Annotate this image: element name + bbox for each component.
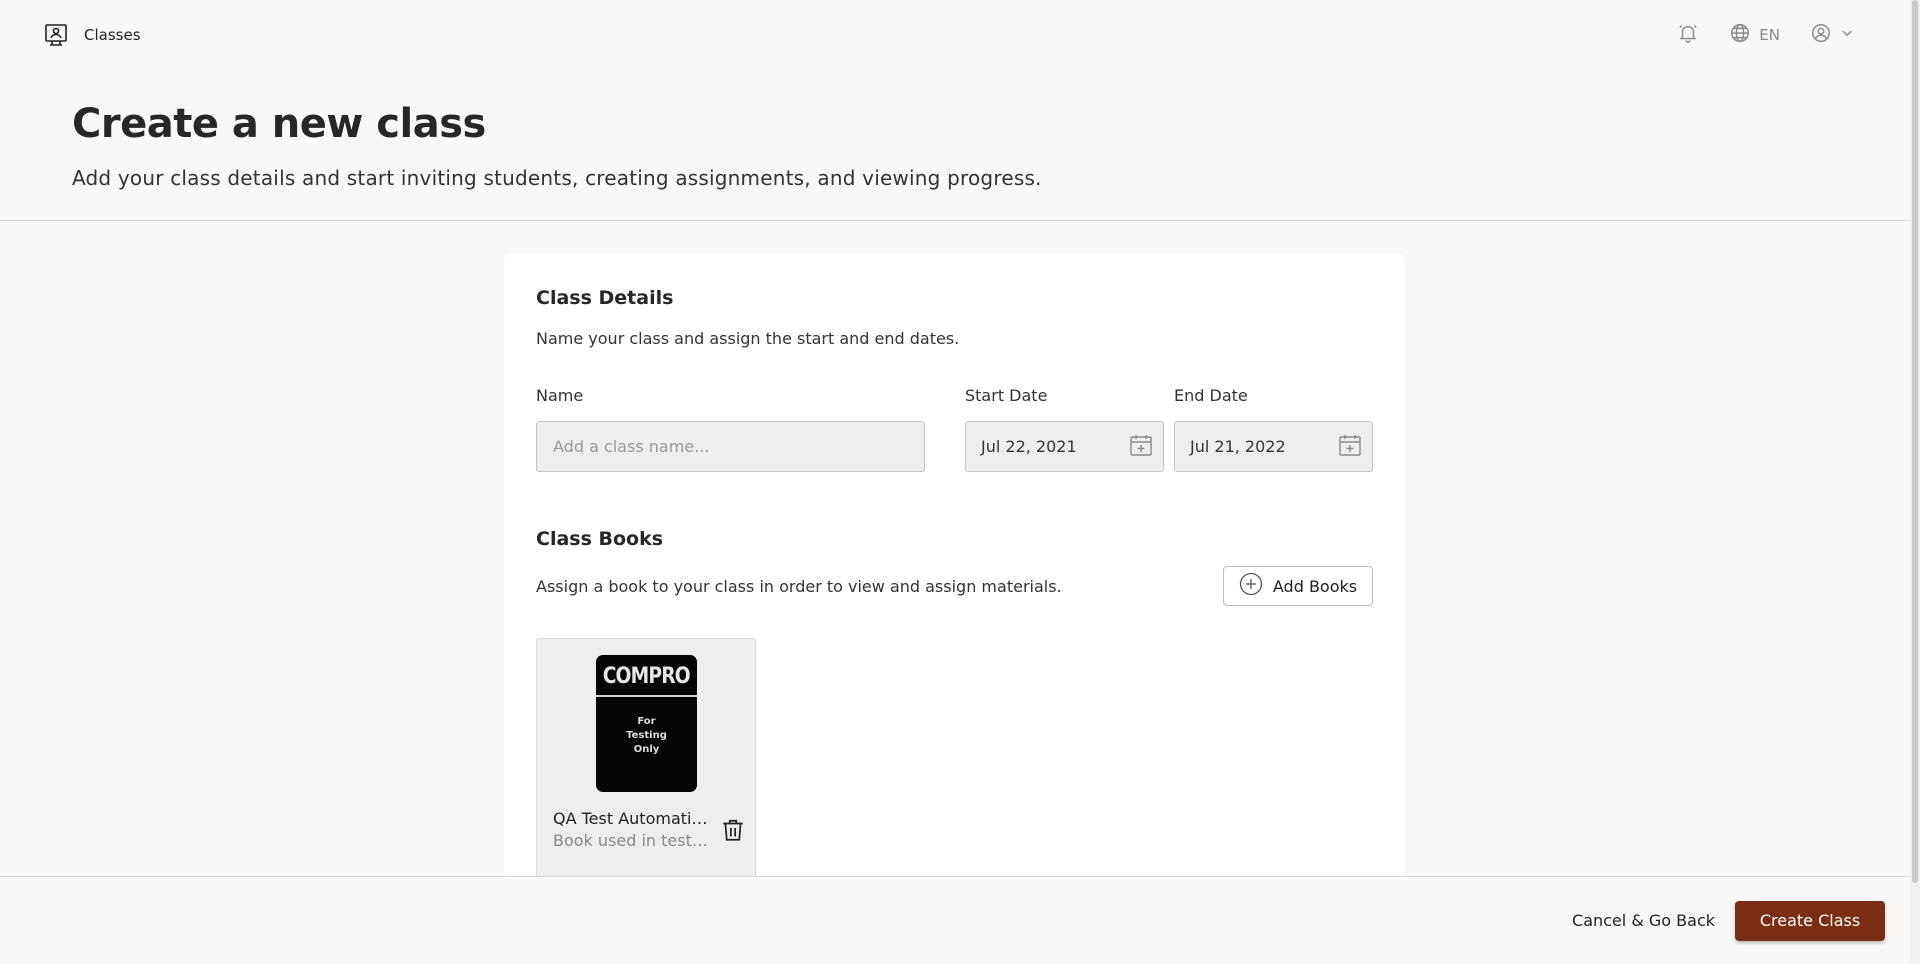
- end-date-label: End Date: [1174, 386, 1248, 405]
- page-title: Create a new class: [72, 101, 486, 147]
- chevron-down-icon: [1840, 26, 1854, 44]
- page-header: Create a new class Add your class detail…: [0, 70, 1910, 221]
- book-subtitle: Book used in testing: [553, 831, 708, 850]
- class-books-title: Class Books: [536, 528, 664, 550]
- start-date-field: Start Date Jul 22, 2021: [965, 386, 1164, 472]
- classroom-icon: [44, 23, 68, 47]
- start-date-picker[interactable]: Jul 22, 2021: [965, 421, 1164, 472]
- language-selector[interactable]: EN: [1729, 22, 1780, 48]
- name-label: Name: [536, 386, 584, 405]
- scrollbar[interactable]: [1910, 0, 1920, 964]
- end-date-field: End Date Jul 21, 2022: [1174, 386, 1373, 472]
- cancel-go-back-button[interactable]: Cancel & Go Back: [1572, 911, 1715, 930]
- user-menu[interactable]: [1810, 22, 1854, 48]
- trash-icon[interactable]: [720, 817, 746, 843]
- create-class-card: Class Details Name your class and assign…: [504, 253, 1405, 877]
- top-bar: Classes EN: [0, 0, 1910, 70]
- calendar-icon: [1338, 433, 1362, 461]
- add-books-button[interactable]: Add Books: [1223, 566, 1373, 606]
- add-books-label: Add Books: [1272, 576, 1358, 596]
- book-title: QA Test Automation: [553, 809, 708, 828]
- brand-label: Classes: [84, 26, 141, 44]
- name-field: Name: [536, 386, 925, 472]
- book-cover: COMPRO For Testing Only: [596, 655, 697, 792]
- book-card[interactable]: COMPRO For Testing Only QA Test Automati…: [536, 638, 756, 877]
- language-label: EN: [1759, 26, 1780, 44]
- start-date-label: Start Date: [965, 386, 1048, 405]
- book-cover-brand: COMPRO: [602, 664, 691, 689]
- scrollbar-thumb[interactable]: [1912, 0, 1918, 883]
- class-name-input[interactable]: [536, 421, 925, 472]
- calendar-icon: [1129, 433, 1153, 461]
- brand[interactable]: Classes: [44, 23, 141, 47]
- plus-circle-icon: [1239, 572, 1263, 600]
- footer-bar: Cancel & Go Back Create Class: [0, 876, 1910, 964]
- globe-icon: [1729, 22, 1751, 48]
- start-date-value: Jul 22, 2021: [981, 437, 1077, 456]
- end-date-picker[interactable]: Jul 21, 2022: [1174, 421, 1373, 472]
- class-books-description: Assign a book to your class in order to …: [536, 576, 1062, 596]
- notifications-button[interactable]: [1677, 22, 1699, 48]
- book-cover-tag: For Testing Only: [626, 716, 667, 755]
- end-date-value: Jul 21, 2022: [1190, 437, 1286, 456]
- create-class-button[interactable]: Create Class: [1735, 900, 1885, 941]
- bell-icon: [1677, 22, 1699, 48]
- class-details-description: Name your class and assign the start and…: [536, 329, 960, 348]
- user-circle-icon: [1810, 22, 1832, 48]
- page-subtitle: Add your class details and start invitin…: [72, 166, 1042, 190]
- class-details-title: Class Details: [536, 287, 674, 309]
- class-books-section: Class Books Assign a book to your class …: [536, 528, 1373, 877]
